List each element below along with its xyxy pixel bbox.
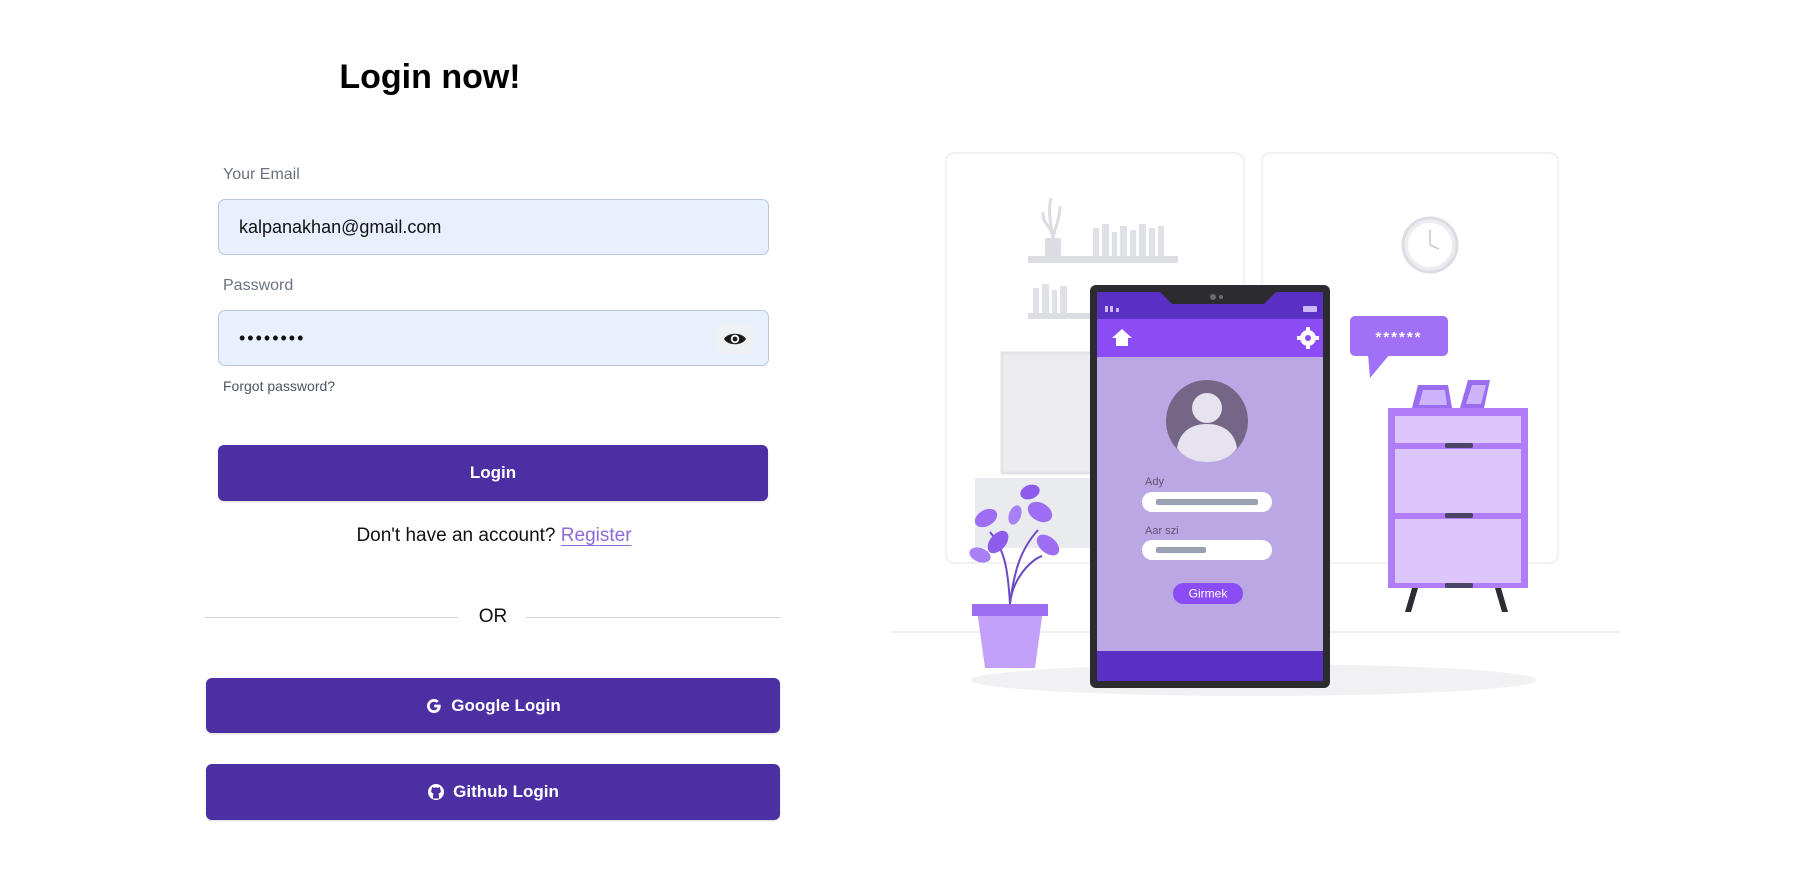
register-prompt: Don't have an account? Register <box>190 525 798 547</box>
password-bubble-text: ****** <box>1375 329 1422 346</box>
illustration-username-label: Ady <box>1145 476 1164 488</box>
user-avatar-icon <box>1166 380 1248 462</box>
forgot-password-link[interactable]: Forgot password? <box>223 378 335 394</box>
divider-right <box>526 617 781 618</box>
email-field[interactable]: kalpanakhan@gmail.com <box>218 199 769 255</box>
github-login-button[interactable]: Github Login <box>206 764 780 820</box>
password-value: •••••••• <box>239 327 306 348</box>
github-login-label: Github Login <box>453 782 559 801</box>
clock-icon <box>1401 216 1459 274</box>
show-password-button[interactable] <box>716 324 754 354</box>
password-field[interactable]: •••••••• <box>218 310 769 366</box>
register-link[interactable]: Register <box>561 525 632 546</box>
eye-icon <box>724 333 746 345</box>
google-login-button[interactable]: Google Login <box>206 678 780 733</box>
password-label: Password <box>223 277 294 294</box>
google-login-label: Google Login <box>451 695 561 715</box>
phone-mockup: Ady Aar szi Girmek <box>1090 285 1330 688</box>
shelf-top <box>1028 256 1178 263</box>
login-button[interactable]: Login <box>218 445 768 501</box>
page-title: Login now! <box>339 58 521 96</box>
google-icon <box>427 698 441 713</box>
login-illustration: Ady Aar szi Girmek ****** <box>890 152 1620 696</box>
github-icon <box>428 784 445 800</box>
illustration-submit-label: Girmek <box>1189 587 1229 601</box>
login-button-label: Login <box>469 463 517 482</box>
dresser-icon <box>1388 380 1528 612</box>
divider-left <box>205 617 458 618</box>
or-separator: OR <box>478 606 508 627</box>
email-value: kalpanakhan@gmail.com <box>239 216 442 237</box>
illustration-password-label: Aar szi <box>1145 525 1179 537</box>
no-account-text: Don't have an account? <box>356 525 556 546</box>
email-label: Your Email <box>223 166 300 183</box>
